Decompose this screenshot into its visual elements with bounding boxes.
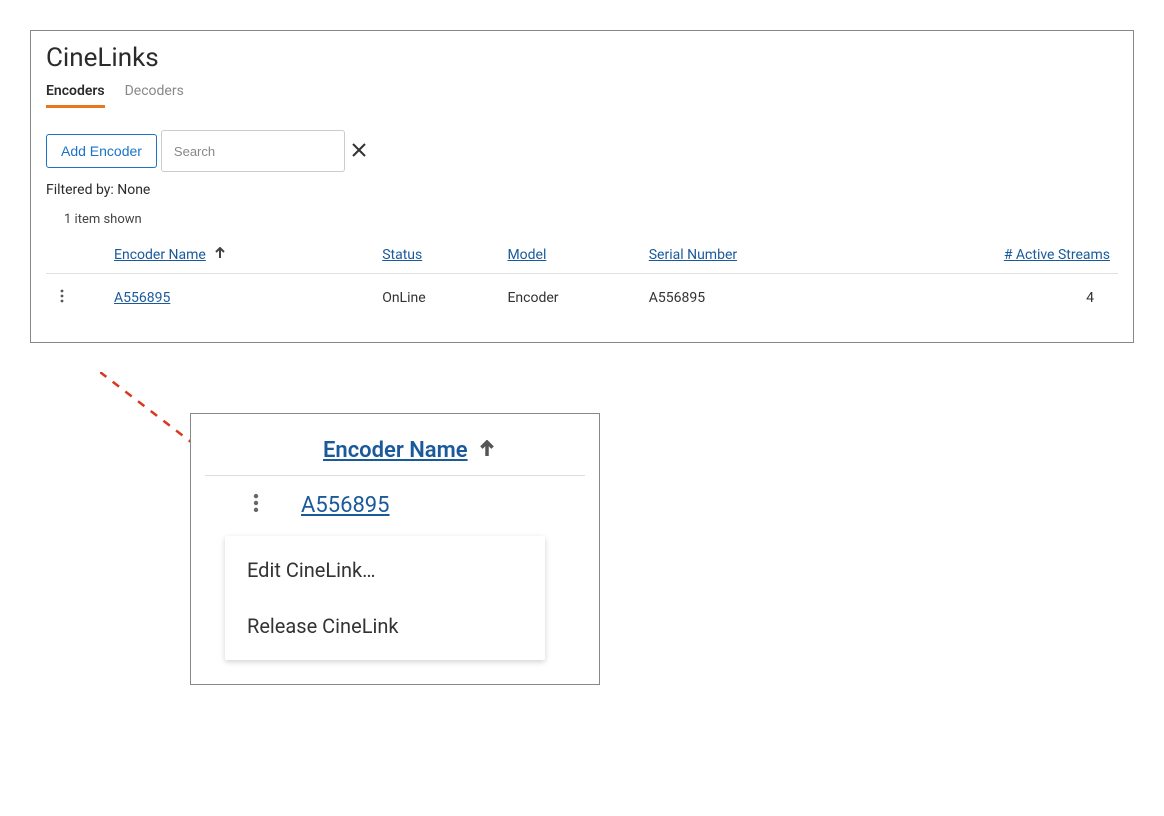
tab-bar: Encoders Decoders — [46, 77, 1118, 108]
cinelinks-panel: CineLinks Encoders Decoders Add Encoder … — [30, 30, 1134, 343]
sort-asc-icon — [480, 440, 494, 462]
callout-column-header[interactable]: Encoder Name — [323, 438, 468, 463]
page-title: CineLinks — [46, 43, 1118, 73]
cell-model: Encoder — [499, 274, 640, 323]
callout-row: A556895 — [205, 476, 585, 522]
menu-item-edit-cinelink[interactable]: Edit CineLink… — [225, 542, 545, 598]
menu-item-release-cinelink[interactable]: Release CineLink — [225, 598, 545, 654]
column-serial-number[interactable]: Serial Number — [641, 237, 861, 274]
search-field[interactable] — [161, 130, 345, 172]
column-model[interactable]: Model — [499, 237, 640, 274]
row-actions-icon[interactable] — [245, 492, 267, 518]
encoders-table: Encoder Name Status Model Serial Number … — [46, 237, 1118, 322]
row-context-menu: Edit CineLink… Release CineLink — [225, 536, 545, 660]
encoder-name-link[interactable]: A556895 — [114, 290, 170, 306]
table-row: A556895 OnLine Encoder A556895 4 — [46, 274, 1118, 323]
row-actions-icon[interactable] — [54, 288, 70, 304]
search-input[interactable] — [172, 143, 352, 160]
encoder-name-link[interactable]: A556895 — [301, 493, 390, 518]
callout-header: Encoder Name — [205, 432, 585, 476]
column-active-streams[interactable]: # Active Streams — [861, 237, 1118, 274]
clear-search-icon[interactable] — [352, 142, 366, 161]
filter-status: Filtered by: None — [46, 182, 1118, 198]
tab-encoders[interactable]: Encoders — [46, 77, 105, 108]
sort-asc-icon — [215, 247, 225, 263]
cell-serial: A556895 — [641, 274, 861, 323]
cell-active-streams: 4 — [861, 274, 1118, 323]
column-status[interactable]: Status — [374, 237, 499, 274]
item-count: 1 item shown — [64, 212, 1118, 227]
cell-status: OnLine — [374, 274, 499, 323]
column-actions — [46, 237, 106, 274]
column-encoder-name[interactable]: Encoder Name — [106, 237, 374, 274]
tab-decoders[interactable]: Decoders — [125, 77, 184, 108]
add-encoder-button[interactable]: Add Encoder — [46, 134, 157, 168]
callout-panel: Encoder Name A556895 Edit CineLink… Rele… — [190, 413, 600, 685]
